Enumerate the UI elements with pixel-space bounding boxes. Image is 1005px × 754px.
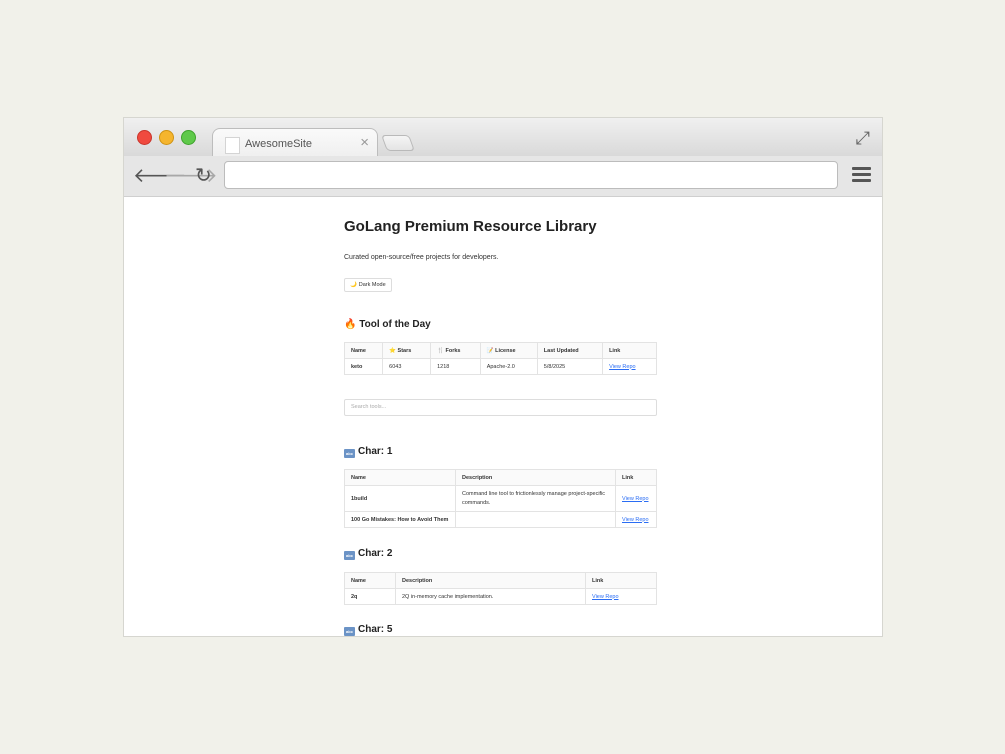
table-header-row: Name Description Link — [344, 572, 657, 589]
table-row: 2q 2Q in-memory cache implementation. Vi… — [344, 588, 657, 605]
column-header: Description — [395, 572, 586, 589]
section-heading-text: Char: 1 — [358, 446, 393, 457]
reload-icon[interactable]: ↻ — [195, 163, 212, 188]
page-title: GoLang Premium Resource Library — [344, 218, 597, 235]
column-header: Link — [602, 342, 657, 359]
new-tab-button[interactable] — [381, 135, 415, 151]
section-heading-text: Char: 2 — [358, 548, 393, 559]
column-header: Name — [344, 572, 396, 589]
resource-description: Command line tool to frictionlessly mana… — [455, 485, 616, 512]
resource-link-cell: View Repo — [615, 485, 657, 512]
column-header: Description — [455, 469, 616, 486]
table-header-row: Name ⭐ Stars 🍴 Forks 📝 License Last Upda… — [343, 342, 657, 359]
abc-icon: abc — [344, 449, 355, 458]
favicon-icon — [225, 137, 240, 154]
dark-mode-button[interactable]: 🌙 Dark Mode — [344, 278, 392, 292]
tool-link-cell: View Repo — [602, 358, 657, 375]
view-repo-link[interactable]: View Repo — [622, 517, 649, 523]
section-heading-text: Char: 5 — [358, 624, 393, 635]
close-window-button[interactable] — [137, 130, 152, 145]
resource-name: 2q — [344, 588, 396, 605]
column-header: Name — [343, 342, 384, 359]
resource-name: 100 Go Mistakes: How to Avoid Them — [344, 511, 456, 528]
column-header: ⭐ Stars — [382, 342, 432, 359]
column-header: 📝 License — [479, 342, 538, 359]
address-bar[interactable] — [224, 161, 838, 189]
browser-window: AwesomeSite × ⤢ 🡐 🡒 ↻ GoLang Premium Res… — [124, 118, 882, 636]
table-header-row: Name Description Link — [344, 469, 657, 486]
tab-title: AwesomeSite — [245, 138, 313, 150]
char-2-table: Name Description Link 2q 2Q in-memory ca… — [344, 572, 657, 605]
fullscreen-icon[interactable]: ⤢ — [856, 128, 870, 149]
abc-icon: abc — [344, 551, 355, 560]
browser-toolbar: 🡐 🡒 ↻ — [124, 156, 882, 197]
column-header: Link — [615, 469, 657, 486]
menu-icon[interactable] — [852, 167, 871, 185]
resource-description — [455, 511, 616, 528]
char-1-table: Name Description Link 1build Command lin… — [344, 469, 657, 528]
column-header: Link — [585, 572, 657, 589]
tool-name: keto — [343, 358, 384, 375]
resource-name: 1build — [344, 485, 456, 512]
view-repo-link[interactable]: View Repo — [622, 496, 649, 502]
table-row: 100 Go Mistakes: How to Avoid Them View … — [344, 511, 657, 528]
page-content: GoLang Premium Resource Library Curated … — [343, 218, 657, 636]
page-subtitle: Curated open-source/free projects for de… — [344, 254, 499, 261]
table-row: keto 6043 1218 Apache-2.0 5/8/2025 View … — [343, 358, 657, 375]
tab-bar: AwesomeSite × ⤢ — [124, 118, 882, 157]
tool-license: Apache-2.0 — [479, 358, 538, 375]
resource-description: 2Q in-memory cache implementation. — [395, 588, 586, 605]
column-header: Last Updated — [536, 342, 604, 359]
tab-close-icon[interactable]: × — [360, 134, 369, 151]
tool-stars: 6043 — [382, 358, 432, 375]
abc-icon: abc — [344, 627, 355, 636]
tool-forks: 1218 — [430, 358, 481, 375]
minimize-window-button[interactable] — [159, 130, 174, 145]
tool-updated: 5/8/2025 — [536, 358, 604, 375]
tool-of-day-heading: 🔥 Tool of the Day — [344, 319, 431, 330]
resource-link-cell: View Repo — [585, 588, 657, 605]
column-header: 🍴 Forks — [430, 342, 481, 359]
section-heading-char-5: abc Char: 5 — [344, 624, 392, 636]
resource-link-cell: View Repo — [615, 511, 657, 528]
section-heading-char-2: abc Char: 2 — [344, 548, 392, 560]
tool-of-day-table: Name ⭐ Stars 🍴 Forks 📝 License Last Upda… — [343, 342, 657, 375]
section-heading-char-1: abc Char: 1 — [344, 446, 392, 458]
browser-tab[interactable]: AwesomeSite × — [212, 128, 378, 157]
maximize-window-button[interactable] — [181, 130, 196, 145]
view-repo-link[interactable]: View Repo — [609, 364, 636, 370]
table-row: 1build Command line tool to frictionless… — [344, 485, 657, 512]
view-repo-link[interactable]: View Repo — [592, 594, 619, 600]
column-header: Name — [344, 469, 456, 486]
search-input[interactable]: Search tools... — [344, 399, 657, 416]
